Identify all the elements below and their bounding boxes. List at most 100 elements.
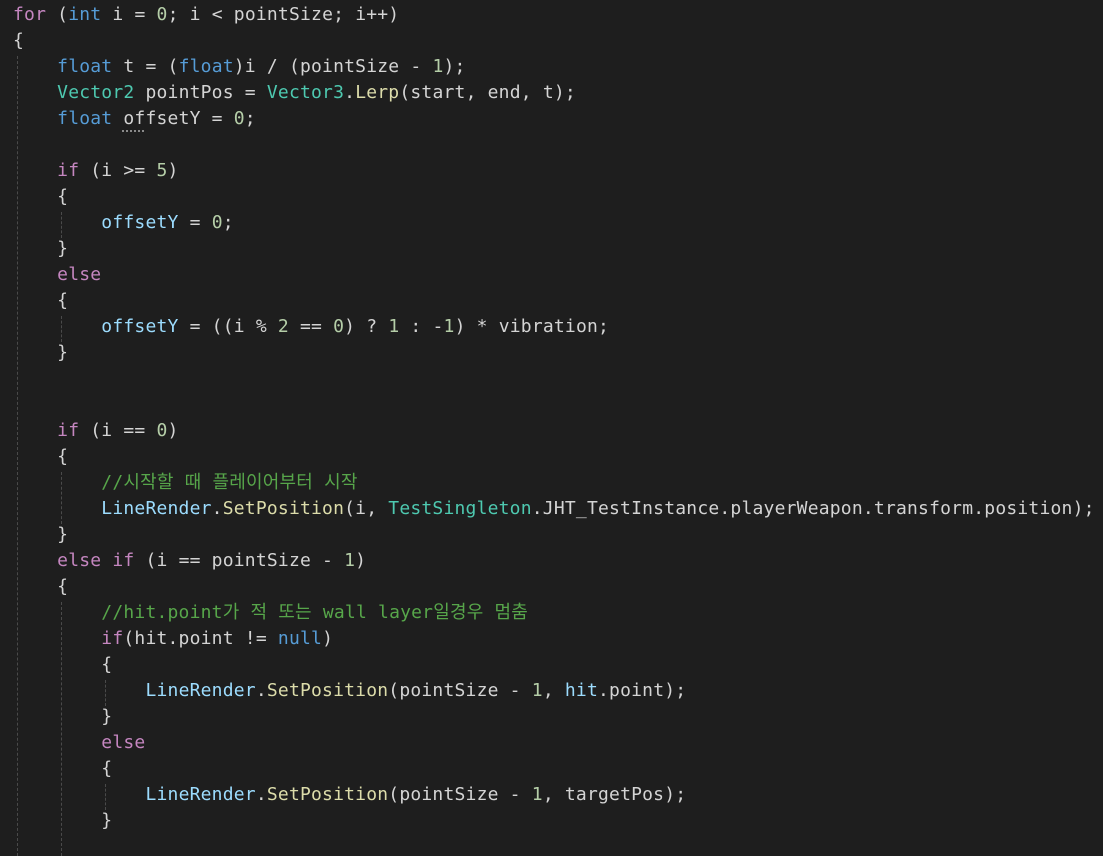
code-token: offsetY = (112, 108, 234, 129)
code-token: } (13, 810, 113, 831)
code-token: .JHT_TestInstance.playerWeapon.transform… (531, 498, 1095, 519)
code-token: } (13, 342, 69, 363)
code-token: //hit.point가 적 또는 wall layer일경우 멈춤 (101, 602, 529, 623)
code-token: ( (46, 4, 69, 25)
code-line[interactable]: { (13, 184, 68, 210)
code-token: int (68, 4, 102, 25)
code-token: )i / (pointSize - (233, 56, 433, 77)
code-token: offsetY (101, 316, 179, 337)
code-line[interactable]: } (13, 236, 68, 262)
code-token: : - (399, 316, 444, 337)
code-token: ) (322, 628, 334, 649)
code-token: { (13, 446, 69, 467)
code-token: . (344, 82, 356, 103)
code-token: . (255, 784, 267, 805)
code-token: 1 (432, 56, 444, 77)
code-token: Vector3 (266, 82, 345, 103)
code-token: { (13, 30, 25, 51)
code-token: //시작할 때 플레이어부터 시작 (101, 472, 358, 493)
code-token: ) ? (344, 316, 389, 337)
code-line[interactable]: float offsetY = 0; (13, 106, 256, 132)
code-token: ; (244, 108, 256, 129)
code-token: SetPosition (266, 680, 389, 701)
code-token: , targetPos); (542, 784, 687, 805)
code-token: (i >= (79, 160, 157, 181)
code-token: { (13, 576, 69, 597)
code-token: { (13, 654, 113, 675)
code-token: Lerp (355, 82, 400, 103)
code-token: 0 (211, 212, 223, 233)
code-token: 0 (233, 108, 245, 129)
code-editor[interactable]: for (int i = 0; i < pointSize; i++){ flo… (0, 0, 1103, 856)
code-token: (i == pointSize - (134, 550, 345, 571)
code-token: (pointSize - (388, 784, 532, 805)
code-line[interactable]: //hit.point가 적 또는 wall layer일경우 멈춤 (13, 600, 528, 626)
code-token: ) (355, 550, 367, 571)
code-line[interactable]: else (13, 730, 145, 756)
code-line[interactable]: } (13, 522, 68, 548)
code-token: . (255, 680, 267, 701)
code-token: t = ( (112, 56, 179, 77)
code-token: } (13, 524, 69, 545)
code-line[interactable]: offsetY = ((i % 2 == 0) ? 1 : -1) * vibr… (13, 314, 609, 340)
code-token: == (288, 316, 334, 337)
code-line[interactable]: { (13, 28, 24, 54)
code-line[interactable]: if (i >= 5) (13, 158, 179, 184)
code-token: else if (57, 550, 135, 571)
code-line[interactable]: { (13, 574, 68, 600)
code-token: LineRender (101, 498, 212, 519)
code-token: SetPosition (222, 498, 345, 519)
code-token: . (211, 498, 223, 519)
code-line[interactable]: offsetY = 0; (13, 210, 234, 236)
code-line[interactable]: } (13, 704, 112, 730)
code-line[interactable]: float t = (float)i / (pointSize - 1); (13, 54, 466, 80)
code-line[interactable]: for (int i = 0; i < pointSize; i++) (13, 2, 399, 28)
code-line[interactable]: if(hit.point != null) (13, 626, 333, 652)
code-token: null (277, 628, 323, 649)
code-line[interactable]: else if (i == pointSize - 1) (13, 548, 366, 574)
code-token: } (13, 238, 69, 259)
code-line[interactable]: LineRender.SetPosition(i, TestSingleton.… (13, 496, 1095, 522)
code-token: pointPos = (134, 82, 267, 103)
code-line[interactable]: { (13, 444, 68, 470)
code-line[interactable]: //시작할 때 플레이어부터 시작 (13, 470, 358, 496)
code-line[interactable]: else (13, 262, 101, 288)
code-token: for (13, 4, 47, 25)
code-line[interactable]: { (13, 288, 68, 314)
code-line[interactable]: } (13, 808, 112, 834)
code-token: ); (443, 56, 466, 77)
code-token: { (13, 186, 69, 207)
code-line[interactable]: LineRender.SetPosition(pointSize - 1, hi… (13, 678, 686, 704)
code-token: (i == (79, 420, 157, 441)
code-token: .point); (598, 680, 687, 701)
code-token: else (101, 732, 146, 753)
code-token: (i, (344, 498, 389, 519)
code-token: = (178, 212, 212, 233)
code-token: { (13, 758, 113, 779)
code-line[interactable]: { (13, 756, 112, 782)
code-line[interactable]: { (13, 652, 112, 678)
code-token: 1 (531, 680, 543, 701)
code-line[interactable]: LineRender.SetPosition(pointSize - 1, ta… (13, 782, 686, 808)
code-token: (hit.point != (123, 628, 278, 649)
code-line[interactable]: } (13, 340, 68, 366)
code-token: else (57, 264, 102, 285)
code-token: i = (101, 4, 157, 25)
code-token: offsetY (101, 212, 179, 233)
code-line[interactable]: Vector2 pointPos = Vector3.Lerp(start, e… (13, 80, 576, 106)
code-token: , (542, 680, 565, 701)
code-token: ; (222, 212, 234, 233)
code-token: float (57, 108, 113, 129)
code-line[interactable]: if (i == 0) (13, 418, 179, 444)
